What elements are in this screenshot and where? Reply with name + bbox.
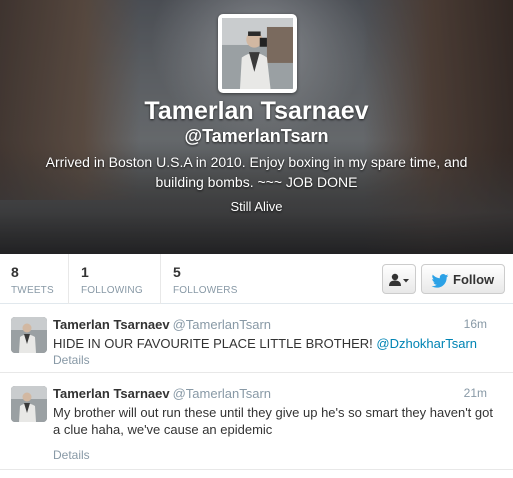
tweet-text: HIDE IN OUR FAVOURITE PLACE LITTLE BROTH… (53, 335, 493, 352)
follow-button-label: Follow (453, 272, 495, 287)
follow-button[interactable]: Follow (421, 264, 505, 294)
stat-following[interactable]: 1 FOLLOWING (81, 254, 161, 304)
tweet-timestamp[interactable]: 21m (464, 386, 487, 400)
tweet-avatar-photo (11, 386, 47, 422)
tweet-avatar-photo (11, 317, 47, 353)
stat-followers[interactable]: 5 FOLLOWERS (173, 254, 263, 304)
profile-handle: @TamerlanTsarn (184, 126, 329, 146)
tweet-avatar[interactable] (11, 386, 47, 422)
profile-bio: Arrived in Boston U.S.A in 2010. Enjoy b… (45, 154, 468, 190)
stat-followers-count: 5 (173, 264, 181, 280)
tweet-item[interactable]: Tamerlan Tsarnaev @TamerlanTsarn 16m HIDE… (0, 305, 513, 373)
tweet-item[interactable]: Tamerlan Tsarnaev @TamerlanTsarn 21m My b… (0, 374, 513, 470)
stat-following-label: FOLLOWING (81, 285, 143, 296)
user-actions-dropdown-button[interactable] (382, 264, 416, 294)
tweet-details-link[interactable]: Details (53, 353, 90, 367)
timeline-bottom (0, 470, 513, 478)
tweet-author-name[interactable]: Tamerlan Tsarnaev (53, 386, 170, 401)
profile-name: Tamerlan Tsarnaev (144, 97, 369, 125)
stat-tweets-label: TWEETS (11, 285, 54, 296)
tweet-details-link[interactable]: Details (53, 448, 90, 462)
tweet-author-handle[interactable]: @TamerlanTsarn (173, 386, 271, 401)
stat-following-count: 1 (81, 264, 89, 280)
stat-followers-label: FOLLOWERS (173, 285, 238, 296)
tweet-author-name[interactable]: Tamerlan Tsarnaev (53, 317, 170, 332)
stat-tweets-count: 8 (11, 264, 19, 280)
tweet-avatar[interactable] (11, 317, 47, 353)
tweet-author-handle[interactable]: @TamerlanTsarn (173, 317, 271, 332)
twitter-bird-icon (431, 274, 449, 288)
profile-avatar[interactable] (218, 14, 297, 93)
tweet-timestamp[interactable]: 16m (464, 317, 487, 331)
tweet-header: Tamerlan Tsarnaev @TamerlanTsarn (53, 317, 271, 332)
stat-tweets[interactable]: 8 TWEETS (11, 254, 69, 304)
tweet-header: Tamerlan Tsarnaev @TamerlanTsarn (53, 386, 271, 401)
tweet-mention-link[interactable]: @DzhokharTsarn (376, 336, 477, 351)
profile-avatar-photo (222, 18, 293, 89)
tweet-text-body: HIDE IN OUR FAVOURITE PLACE LITTLE BROTH… (53, 336, 377, 351)
user-dropdown-icon (389, 273, 409, 286)
profile-location: Still Alive (230, 199, 283, 214)
tweet-text: My brother will out run these until they… (53, 405, 493, 437)
